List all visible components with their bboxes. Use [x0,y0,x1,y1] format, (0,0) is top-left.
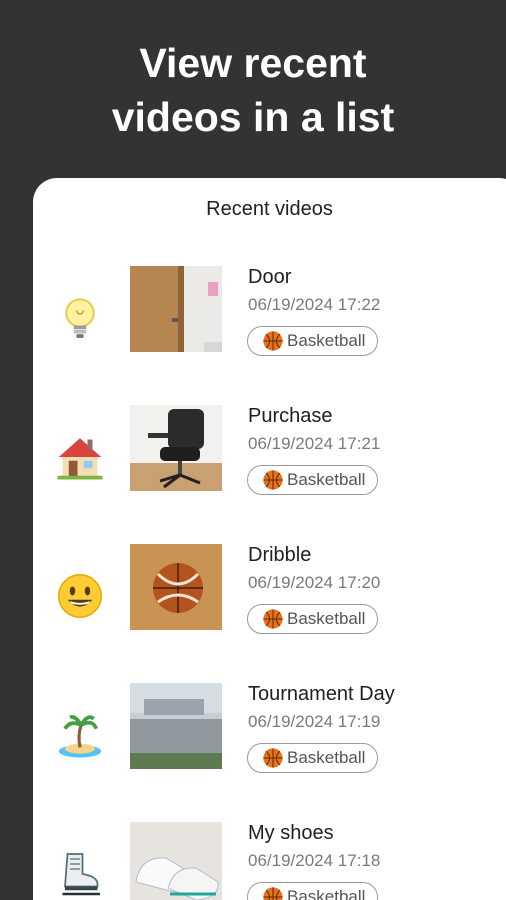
tag-label: Basketball [287,470,366,489]
recent-videos-sheet: Recent videos Door 06/19/2024 17:22 Bask… [33,178,506,900]
promo-headline: View recent videos in a list [0,36,506,144]
video-title: Dribble [248,544,312,566]
video-date: 06/19/2024 17:19 [248,712,381,731]
video-date: 06/19/2024 17:18 [248,851,381,870]
smiling-face-icon [47,566,113,626]
video-date: 06/19/2024 17:22 [248,295,381,314]
headline-line-1: View recent [139,40,367,86]
house-icon [47,427,113,487]
sheet-title: Recent videos [206,198,333,220]
basketball-icon [263,748,283,768]
basketball-icon [263,887,283,900]
tag-chip-basketball[interactable]: Basketball [247,882,379,900]
basketball-icon [263,609,283,629]
video-title: Door [248,266,292,288]
rooftop-thumbnail[interactable] [130,683,222,769]
video-list-item[interactable]: Door 06/19/2024 17:22 Basketball [33,266,506,386]
video-list-item[interactable]: Dribble 06/19/2024 17:20 Basketball [33,544,506,664]
tag-chip-basketball[interactable]: Basketball [247,743,379,773]
video-title: Purchase [248,405,333,427]
basketball-icon [263,470,283,490]
video-date: 06/19/2024 17:20 [248,573,381,592]
light-bulb-icon [47,288,113,348]
tag-chip-basketball[interactable]: Basketball [247,326,379,356]
tag-chip-basketball[interactable]: Basketball [247,465,379,495]
video-list-item[interactable]: My shoes 06/19/2024 17:18 Basketball [33,822,506,900]
headline-line-2: videos in a list [111,94,395,140]
video-title: My shoes [248,822,334,844]
sneakers-thumbnail[interactable] [130,822,222,900]
video-list-item[interactable]: Tournament Day 06/19/2024 17:19 Basketba… [33,683,506,803]
video-title: Tournament Day [248,683,395,705]
office-chair-thumbnail[interactable] [130,405,222,491]
video-date: 06/19/2024 17:21 [248,434,381,453]
tag-chip-basketball[interactable]: Basketball [247,604,379,634]
ice-skate-icon [47,844,113,900]
tag-label: Basketball [287,331,366,350]
basketball-icon [263,331,283,351]
tag-label: Basketball [287,748,366,767]
tag-label: Basketball [287,609,366,628]
desert-island-icon [47,705,113,765]
basketball-thumbnail[interactable] [130,544,222,630]
app-screen: View recent videos in a list Recent vide… [0,0,506,900]
tag-label: Basketball [287,887,366,900]
door-thumbnail[interactable] [130,266,222,352]
video-list-item[interactable]: Purchase 06/19/2024 17:21 Basketball [33,405,506,525]
